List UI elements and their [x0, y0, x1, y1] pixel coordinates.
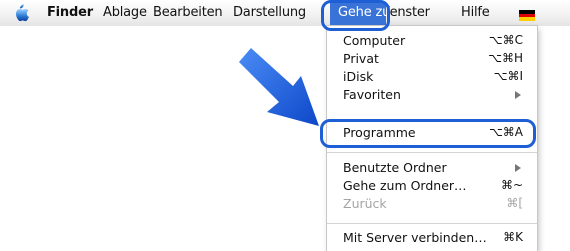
- menu-item-mit-server-verbinden[interactable]: Mit Server verbinden… ⌘K: [327, 229, 537, 248]
- menu-finder[interactable]: Finder: [47, 5, 93, 20]
- menu-item-favoriten[interactable]: Favoriten: [327, 86, 537, 99]
- menu-item-label: Computer: [343, 33, 406, 48]
- shortcut-label: ⌥⌘C: [488, 33, 523, 47]
- shortcut-label: ⌘[: [506, 196, 523, 210]
- gehe-zu-callout-box: [321, 0, 390, 31]
- menu-fenster[interactable]: Fenster: [389, 5, 441, 20]
- shortcut-label: ⌘K: [503, 230, 523, 244]
- menu-item-label: Privat: [343, 51, 379, 66]
- menu-item-benutzte-ordner[interactable]: Benutzte Ordner: [327, 159, 537, 178]
- shortcut-label: ⌘~: [500, 178, 523, 192]
- menu-hilfe[interactable]: Hilfe: [461, 5, 490, 20]
- menu-item-label: Gehe zum Ordner…: [343, 178, 467, 193]
- pointer-arrow-icon: [239, 48, 319, 126]
- menu-item-gehe-zum-ordner[interactable]: Gehe zum Ordner… ⌘~: [327, 177, 537, 196]
- shortcut-label: ⌥⌘I: [493, 69, 523, 83]
- menu-item-privat[interactable]: Privat ⌥⌘H: [327, 50, 537, 69]
- shortcut-label: ⌥⌘H: [488, 51, 523, 65]
- menu-separator: [327, 152, 537, 153]
- menu-item-label: Zurück: [343, 196, 387, 211]
- submenu-arrow-icon: [515, 91, 521, 99]
- submenu-arrow-icon: [515, 164, 521, 172]
- menu-item-computer[interactable]: Computer ⌥⌘C: [327, 32, 537, 51]
- menu-item-label: iDisk: [343, 69, 374, 84]
- menu-item-label: Mit Server verbinden…: [343, 230, 487, 245]
- menu-item-idisk[interactable]: iDisk ⌥⌘I: [327, 68, 537, 87]
- menu-darstellung[interactable]: Darstellung: [233, 5, 325, 20]
- menu-ablage[interactable]: Ablage: [103, 5, 147, 20]
- menu-bar: Finder Ablage Bearbeiten Darstellung Geh…: [0, 0, 570, 26]
- menu-bearbeiten[interactable]: Bearbeiten: [153, 5, 223, 20]
- menu-separator: [327, 223, 537, 224]
- apple-logo-icon[interactable]: [12, 3, 30, 23]
- menu-item-zurueck: Zurück ⌘[: [327, 195, 537, 214]
- programme-callout-box: [320, 119, 536, 148]
- german-flag-icon[interactable]: [519, 10, 535, 21]
- menu-item-label: Favoriten: [343, 87, 401, 99]
- menu-item-label: Benutzte Ordner: [343, 160, 447, 175]
